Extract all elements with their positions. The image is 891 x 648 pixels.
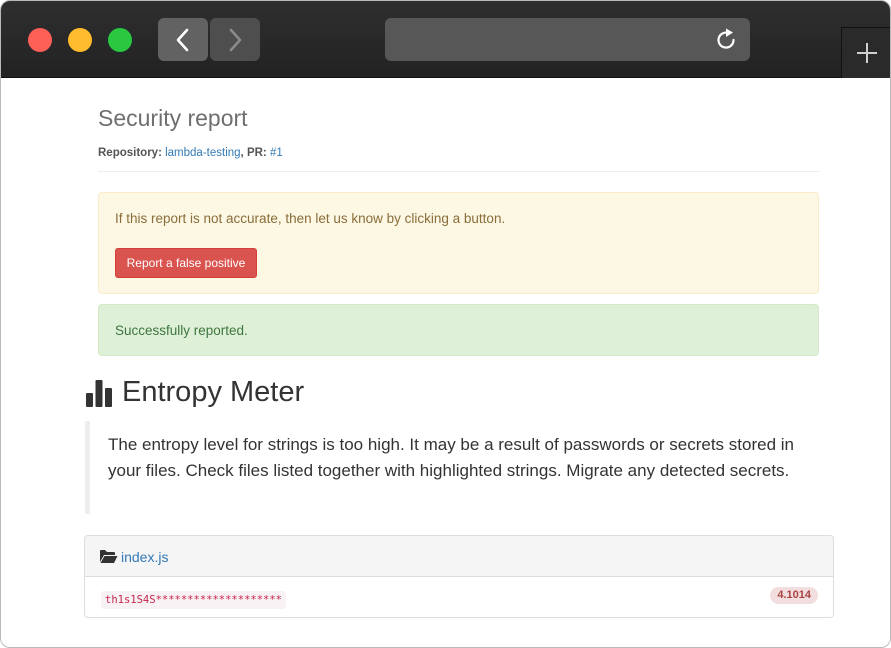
- highlighted-string: th1s1S4S********************: [101, 591, 287, 609]
- entropy-description: The entropy level for strings is too hig…: [108, 435, 794, 480]
- plus-icon: [857, 43, 877, 63]
- browser-titlebar: [1, 1, 890, 78]
- zoom-window-button[interactable]: [108, 28, 132, 52]
- chevron-left-icon: [176, 28, 189, 52]
- pr-link[interactable]: #1: [270, 147, 283, 159]
- repository-label: Repository:: [98, 147, 162, 159]
- file-panel: index.js th1s1S4S******************** 4.…: [84, 535, 834, 618]
- page-title: Security report: [98, 105, 248, 131]
- warning-message: If this report is not accurate, then let…: [115, 211, 506, 226]
- page-content: Security report Repository: lambda-testi…: [1, 78, 890, 647]
- address-bar[interactable]: [385, 18, 750, 61]
- folder-open-icon: [100, 550, 118, 563]
- file-panel-heading: index.js: [85, 536, 833, 577]
- repository-info: Repository: lambda-testing, PR: #1: [98, 147, 283, 159]
- success-message: Successfully reported.: [115, 323, 248, 338]
- header-divider: [98, 171, 819, 172]
- repository-link[interactable]: lambda-testing: [165, 147, 240, 159]
- new-tab-button[interactable]: [841, 27, 890, 78]
- warning-alert: If this report is not accurate, then let…: [98, 192, 819, 294]
- forward-button[interactable]: [210, 18, 260, 61]
- reload-icon[interactable]: [713, 27, 739, 53]
- back-button[interactable]: [158, 18, 208, 61]
- pr-label: PR:: [246, 147, 267, 159]
- success-alert: Successfully reported.: [98, 304, 819, 356]
- repository-separator: ,: [240, 147, 244, 159]
- close-window-button[interactable]: [28, 28, 52, 52]
- entropy-meter-title: Entropy Meter: [122, 376, 305, 408]
- entropy-description-quote: The entropy level for strings is too hig…: [85, 421, 825, 514]
- file-link[interactable]: index.js: [121, 549, 168, 565]
- entropy-score-badge: 4.1014: [770, 587, 818, 604]
- minimize-window-button[interactable]: [68, 28, 92, 52]
- chevron-right-icon: [229, 28, 242, 52]
- report-false-positive-button[interactable]: Report a false positive: [115, 248, 257, 278]
- bar-chart-icon: [86, 380, 112, 407]
- browser-window: Security report Repository: lambda-testi…: [0, 0, 891, 648]
